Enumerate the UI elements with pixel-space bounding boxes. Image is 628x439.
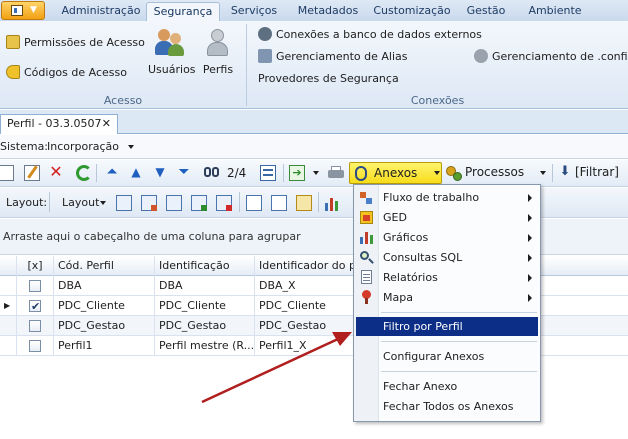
annotation-arrow: [201, 332, 352, 404]
annotation-arrow-line: [201, 337, 339, 404]
annotation-arrow-head: [332, 332, 352, 346]
